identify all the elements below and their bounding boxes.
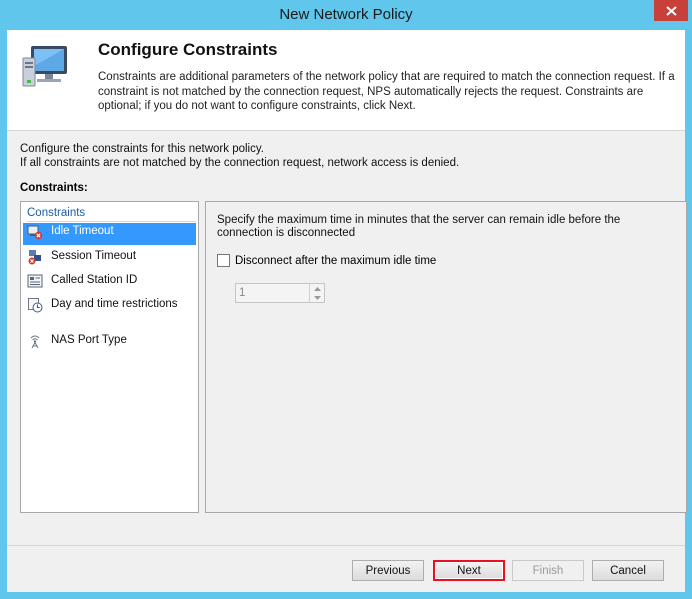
disconnect-checkbox-row[interactable]: Disconnect after the maximum idle time	[217, 254, 436, 267]
clock-icon	[28, 298, 43, 313]
idle-time-spinner[interactable]: 1	[235, 283, 325, 303]
spin-down-button[interactable]	[310, 293, 324, 302]
disconnect-checkbox[interactable]	[217, 254, 230, 267]
close-button[interactable]	[654, 0, 688, 21]
cancel-button[interactable]: Cancel	[592, 560, 664, 581]
page-title: Configure Constraints	[98, 40, 278, 59]
finish-button[interactable]: Finish	[512, 560, 584, 581]
spinner-buttons	[309, 284, 324, 302]
constraint-item-session-timeout[interactable]: Session Timeout	[23, 248, 196, 270]
session-timeout-icon	[28, 250, 41, 265]
arrow-up-icon	[313, 286, 321, 291]
constraint-item-called-station-id[interactable]: Called Station ID	[23, 272, 196, 294]
constraint-item-label: Idle Timeout	[51, 225, 114, 237]
arrow-down-icon	[313, 295, 321, 300]
called-station-id-icon	[27, 274, 43, 288]
wizard-header: Configure Constraints Constraints are ad…	[7, 30, 685, 131]
previous-button[interactable]: Previous	[352, 560, 424, 581]
network-computer-icon	[22, 46, 67, 87]
window-title: New Network Policy	[279, 6, 413, 23]
settings-description: Specify the maximum time in minutes that…	[217, 214, 621, 239]
constraint-item-label: Day and time restrictions	[51, 298, 178, 310]
dialog-body: Configure Constraints Constraints are ad…	[7, 30, 687, 592]
constraint-item-nas-port-type[interactable]: NAS Port Type	[23, 332, 196, 354]
footer-divider	[7, 545, 685, 546]
idle-time-value[interactable]: 1	[236, 284, 309, 302]
nas-port-type-icon	[30, 335, 40, 349]
constraint-item-label: Called Station ID	[51, 274, 138, 286]
heading-divider	[27, 221, 196, 222]
idle-timeout-icon	[27, 225, 43, 240]
close-icon	[665, 5, 677, 16]
page-description: Constraints are additional parameters of…	[98, 71, 675, 112]
constraints-label: Constraints:	[20, 182, 88, 194]
intro-line-1: Configure the constraints for this netwo…	[20, 143, 264, 155]
constraint-item-label: NAS Port Type	[51, 334, 127, 346]
constraints-heading: Constraints	[27, 207, 86, 219]
constraint-settings-panel: Specify the maximum time in minutes that…	[205, 201, 687, 513]
intro-text: Configure the constraints for this netwo…	[20, 143, 459, 170]
constraint-item-idle-timeout[interactable]: Idle Timeout	[23, 223, 196, 245]
dialog-window: New Network Policy Configure Constraints…	[0, 0, 692, 599]
constraints-list: Constraints Idle Timeout Session Timeout…	[20, 201, 199, 513]
next-button[interactable]: Next	[433, 560, 505, 581]
disconnect-checkbox-label[interactable]: Disconnect after the maximum idle time	[235, 255, 436, 267]
constraint-item-day-time[interactable]: Day and time restrictions	[23, 296, 196, 326]
constraint-item-label: Session Timeout	[51, 250, 137, 262]
spin-up-button[interactable]	[310, 284, 324, 293]
title-bar[interactable]: New Network Policy	[0, 0, 692, 30]
intro-line-2: If all constraints are not matched by th…	[20, 156, 460, 169]
